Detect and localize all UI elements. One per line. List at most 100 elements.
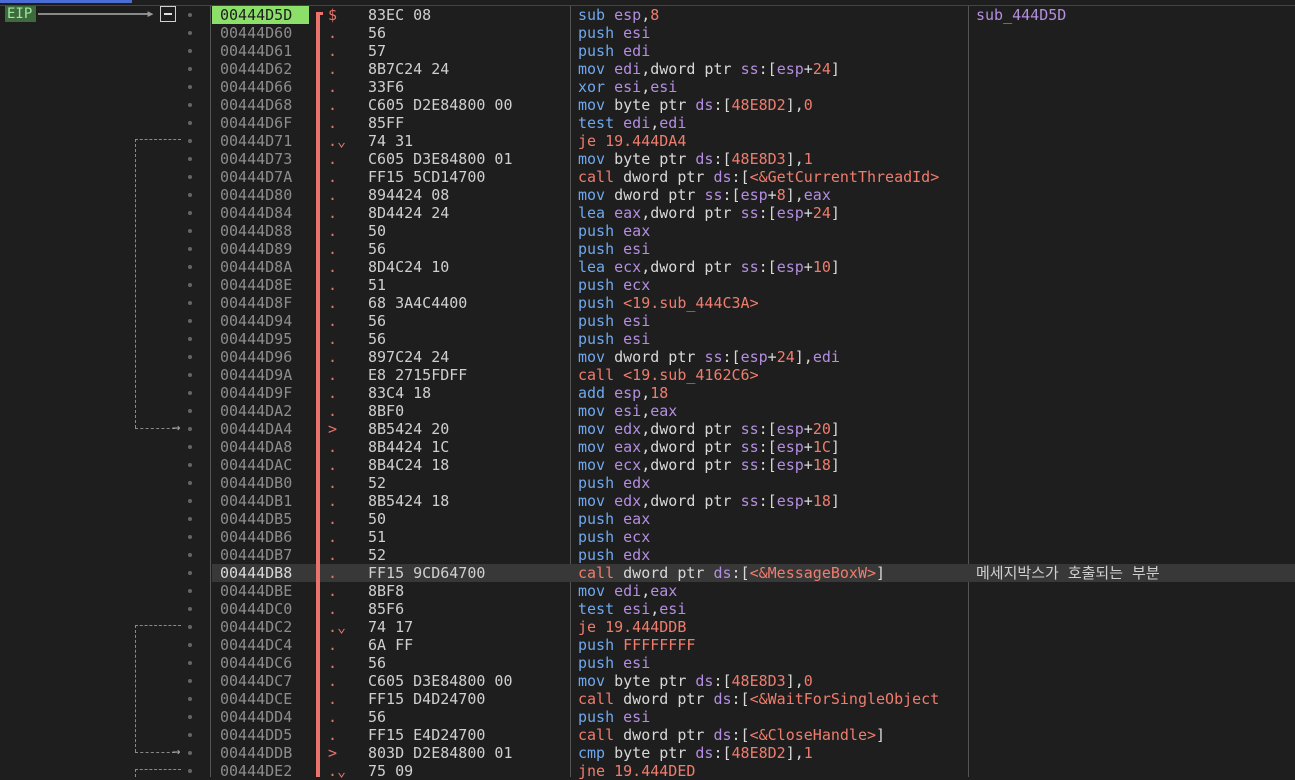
disasm-row[interactable]: 00444D66. 33F6 xor esi,esi [212, 78, 1295, 96]
address-cell[interactable]: 00444DA8 [220, 438, 292, 456]
bytes-cell[interactable]: 51 [368, 528, 386, 546]
bytes-cell[interactable]: 85FF [368, 114, 404, 132]
breakpoint-dot[interactable] [188, 211, 192, 215]
address-cell[interactable]: 00444DB0 [220, 474, 292, 492]
instruction-cell[interactable]: mov byte ptr ds:[48E8D3],0 [578, 672, 968, 690]
breakpoint-dot[interactable] [188, 373, 192, 377]
instruction-cell[interactable]: mov byte ptr ds:[48E8D3],1 [578, 150, 968, 168]
disasm-row[interactable]: 00444D89. 56 push esi [212, 240, 1295, 258]
breakpoint-dot[interactable] [188, 643, 192, 647]
instruction-cell[interactable]: mov edi,eax [578, 582, 968, 600]
address-cell[interactable]: 00444DAC [220, 456, 292, 474]
disasm-row[interactable]: 00444DC6. 56 push esi [212, 654, 1295, 672]
instruction-cell[interactable]: call dword ptr ds:[<&GetCurrentThreadId> [578, 168, 968, 186]
disasm-row[interactable]: 00444DB1. 8B5424 18 mov edx,dword ptr ss:[… [212, 492, 1295, 510]
breakpoint-dot[interactable] [188, 535, 192, 539]
address-cell[interactable]: 00444D8F [220, 294, 292, 312]
bytes-cell[interactable]: 75 09 [368, 762, 413, 780]
bytes-cell[interactable]: 74 31 [368, 132, 413, 150]
address-cell[interactable]: 00444DA2 [220, 402, 292, 420]
bytes-cell[interactable]: 33F6 [368, 78, 404, 96]
address-cell[interactable]: 00444DA4 [220, 420, 292, 438]
breakpoint-dot[interactable] [188, 49, 192, 53]
address-cell[interactable]: 00444DB7 [220, 546, 292, 564]
bytes-cell[interactable]: 52 [368, 546, 386, 564]
address-cell[interactable]: 00444DB1 [220, 492, 292, 510]
breakpoint-dot[interactable] [188, 67, 192, 71]
address-cell[interactable]: 00444D88 [220, 222, 292, 240]
disasm-row[interactable]: 00444D8F. 68 3A4C4400 push <19.sub_444C3A> [212, 294, 1295, 312]
bytes-cell[interactable]: C605 D3E84800 00 [368, 672, 513, 690]
disasm-row[interactable]: 00444D96. 897C24 24 mov dword ptr ss:[esp+… [212, 348, 1295, 366]
disasm-row[interactable]: 00444D7A. FF15 5CD14700 call dword ptr ds:… [212, 168, 1295, 186]
address-cell[interactable]: 00444D9F [220, 384, 292, 402]
address-cell[interactable]: 00444DBE [220, 582, 292, 600]
breakpoint-dot[interactable] [188, 589, 192, 593]
disasm-row[interactable]: 00444D88. 50 push eax [212, 222, 1295, 240]
breakpoint-dot[interactable] [188, 355, 192, 359]
address-cell[interactable]: 00444DC6 [220, 654, 292, 672]
disasm-row[interactable]: 00444DE2 .⌄ 75 09 jne 19.444DED [212, 762, 1295, 780]
disasm-row[interactable]: 00444DB5. 50 push eax [212, 510, 1295, 528]
bytes-cell[interactable]: 803D D2E84800 01 [368, 744, 513, 762]
disasm-row[interactable]: 00444DC7. C605 D3E84800 00 mov byte ptr ds… [212, 672, 1295, 690]
disasm-row[interactable]: 00444DAC. 8B4C24 18 mov ecx,dword ptr ss:[… [212, 456, 1295, 474]
breakpoint-dot[interactable] [188, 13, 192, 17]
breakpoint-dot[interactable] [188, 175, 192, 179]
breakpoint-dot[interactable] [188, 157, 192, 161]
address-cell[interactable]: 00444D62 [220, 60, 292, 78]
breakpoint-dot[interactable] [188, 319, 192, 323]
disasm-row[interactable]: 00444DB0. 52 push edx [212, 474, 1295, 492]
bytes-cell[interactable]: 8B4C24 18 [368, 456, 449, 474]
disasm-row[interactable]: 00444DD5. FF15 E4D24700 call dword ptr ds:… [212, 726, 1295, 744]
breakpoint-dot[interactable] [188, 445, 192, 449]
breakpoint-dot[interactable] [188, 139, 192, 143]
instruction-cell[interactable]: mov edx,dword ptr ss:[esp+20] [578, 420, 968, 438]
disasm-row[interactable]: 00444DB8. FF15 9CD64700 call dword ptr ds:… [212, 564, 1295, 582]
bytes-cell[interactable]: 74 17 [368, 618, 413, 636]
breakpoint-dot[interactable] [188, 121, 192, 125]
breakpoint-dot[interactable] [188, 463, 192, 467]
instruction-cell[interactable]: push eax [578, 222, 968, 240]
instruction-cell[interactable]: mov ecx,dword ptr ss:[esp+18] [578, 456, 968, 474]
instruction-cell[interactable]: mov dword ptr ss:[esp+24],edi [578, 348, 968, 366]
breakpoint-dot[interactable] [188, 85, 192, 89]
instruction-cell[interactable]: push esi [578, 330, 968, 348]
collapse-button[interactable] [160, 6, 176, 22]
address-cell[interactable]: 00444DB8 [220, 564, 292, 582]
instruction-cell[interactable]: call dword ptr ds:[<&WaitForSingleObject [578, 690, 968, 708]
instruction-cell[interactable]: push esi [578, 240, 968, 258]
disasm-row[interactable]: 00444D80. 894424 08 mov dword ptr ss:[esp+… [212, 186, 1295, 204]
instruction-cell[interactable]: push esi [578, 654, 968, 672]
breakpoint-dot[interactable] [188, 283, 192, 287]
instruction-cell[interactable]: push edx [578, 474, 968, 492]
instruction-cell[interactable]: mov eax,dword ptr ss:[esp+1C] [578, 438, 968, 456]
disasm-row[interactable]: 00444D71 .⌄ 74 31 je 19.444DA4 [212, 132, 1295, 150]
disasm-row[interactable]: 00444D60. 56 push esi [212, 24, 1295, 42]
instruction-cell[interactable]: push esi [578, 24, 968, 42]
comment-cell[interactable]: 메세지박스가 호출되는 부분 [976, 564, 1160, 582]
instruction-cell[interactable]: push FFFFFFFF [578, 636, 968, 654]
bytes-cell[interactable]: 8D4424 24 [368, 204, 449, 222]
address-cell[interactable]: 00444DDB [220, 744, 292, 762]
instruction-cell[interactable]: mov esi,eax [578, 402, 968, 420]
disasm-row[interactable]: 00444DB7. 52 push edx [212, 546, 1295, 564]
instruction-cell[interactable]: mov byte ptr ds:[48E8D2],0 [578, 96, 968, 114]
bytes-cell[interactable]: 56 [368, 654, 386, 672]
breakpoint-dot[interactable] [188, 697, 192, 701]
bytes-cell[interactable]: 8D4C24 10 [368, 258, 449, 276]
disasm-row[interactable]: 00444DBE. 8BF8 mov edi,eax [212, 582, 1295, 600]
instruction-cell[interactable]: mov edi,dword ptr ss:[esp+24] [578, 60, 968, 78]
disasm-row[interactable]: 00444D84. 8D4424 24 lea eax,dword ptr ss:[… [212, 204, 1295, 222]
bytes-cell[interactable]: FF15 E4D24700 [368, 726, 485, 744]
address-cell[interactable]: 00444D84 [220, 204, 292, 222]
disasm-row[interactable]: 00444D9A. E8 2715FDFF call <19.sub_4162C6> [212, 366, 1295, 384]
instruction-cell[interactable]: je 19.444DA4 [578, 132, 968, 150]
breakpoint-dot[interactable] [188, 391, 192, 395]
instruction-cell[interactable]: push esi [578, 708, 968, 726]
breakpoint-dot[interactable] [188, 517, 192, 521]
bytes-cell[interactable]: 56 [368, 240, 386, 258]
address-cell[interactable]: 00444D96 [220, 348, 292, 366]
bytes-cell[interactable]: C605 D3E84800 01 [368, 150, 513, 168]
instruction-cell[interactable]: push edx [578, 546, 968, 564]
